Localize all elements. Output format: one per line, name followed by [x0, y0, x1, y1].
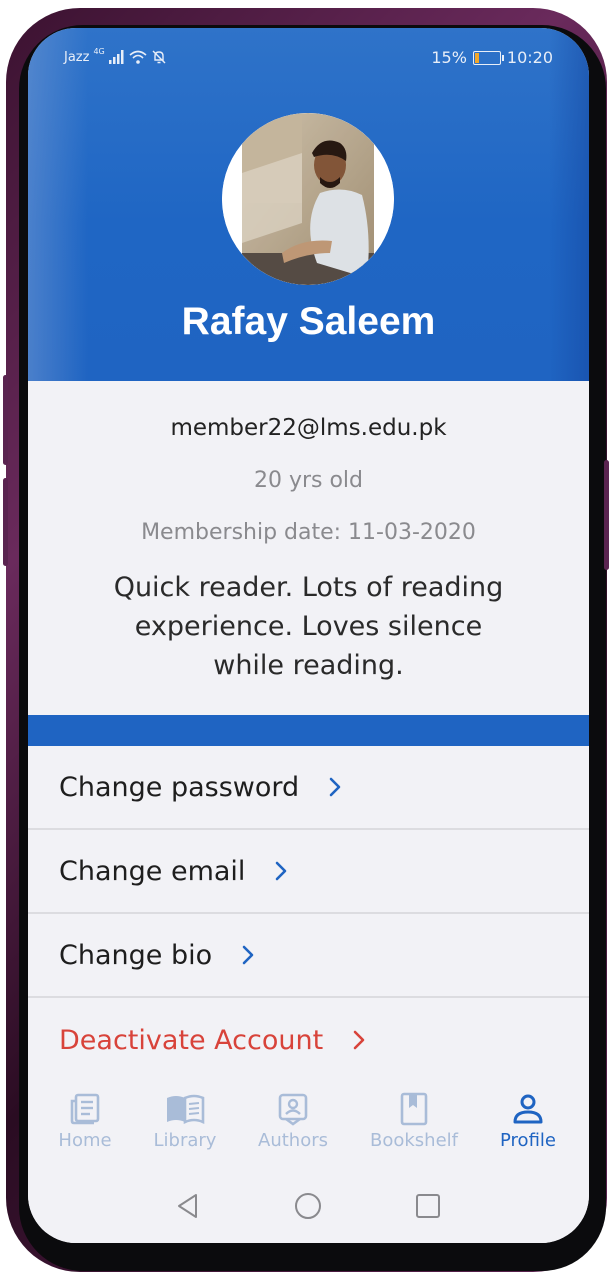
news-icon [70, 1093, 100, 1125]
open-book-icon [167, 1094, 205, 1124]
clock: 10:20 [506, 48, 553, 67]
signal-icon [108, 50, 124, 64]
profile-email: member22@lms.edu.pk [170, 415, 447, 441]
chevron-right-icon [276, 861, 287, 881]
status-bar: Jazz 4G 15% 10:20 [28, 28, 589, 80]
chevron-right-icon [242, 945, 254, 965]
home-circle-icon[interactable] [294, 1192, 322, 1220]
app-screen: Jazz 4G 15% 10:20 Rafay Saleem member22@… [28, 28, 589, 1243]
tab-label-home: Home [58, 1130, 112, 1151]
status-left: Jazz 4G [64, 46, 167, 65]
chevron-right-icon [329, 777, 341, 797]
settings-menu: Change password Change email Change bio … [28, 746, 589, 1082]
avatar[interactable] [222, 113, 394, 285]
change-bio-label: Change bio [59, 939, 213, 971]
change-password-button[interactable]: Change password [28, 746, 589, 830]
power-button [604, 460, 609, 570]
tab-label-authors: Authors [258, 1130, 328, 1151]
deactivate-account-label: Deactivate Account [59, 1024, 324, 1056]
network-label: 4G [93, 46, 105, 56]
person-icon [513, 1094, 543, 1124]
profile-bio: Quick reader. Lots of reading experience… [113, 572, 504, 681]
volume-button [3, 478, 8, 566]
carrier-label: Jazz [64, 49, 90, 65]
bookmark-book-icon [400, 1092, 428, 1126]
change-email-button[interactable]: Change email [28, 830, 589, 914]
tab-authors[interactable]: Authors [238, 1078, 348, 1151]
bottom-tab-bar: Home Library Authors Bookshelf Profile [28, 1078, 589, 1168]
tab-label-bookshelf: Bookshelf [370, 1130, 458, 1151]
profile-info: member22@lms.edu.pk 20 yrs old Membershi… [28, 381, 589, 715]
profile-age: 20 yrs old [253, 468, 364, 493]
section-divider [28, 715, 589, 746]
tab-label-profile: Profile [500, 1130, 556, 1151]
back-triangle-icon[interactable] [174, 1192, 202, 1220]
volume-button [3, 375, 8, 465]
tab-profile[interactable]: Profile [473, 1078, 583, 1151]
deactivate-account-button[interactable]: Deactivate Account [28, 998, 589, 1082]
change-bio-button[interactable]: Change bio [28, 914, 589, 998]
change-password-label: Change password [59, 771, 300, 803]
tab-bookshelf[interactable]: Bookshelf [359, 1078, 469, 1151]
tab-library[interactable]: Library [130, 1078, 240, 1151]
profile-header: Jazz 4G 15% 10:20 Rafay Saleem [28, 28, 589, 381]
tab-label-library: Library [153, 1130, 217, 1151]
change-email-label: Change email [59, 855, 246, 887]
wifi-icon [129, 50, 147, 64]
battery-icon [472, 50, 504, 65]
membership-date: Membership date: 11-03-2020 [141, 520, 476, 545]
mute-bell-icon [152, 50, 166, 64]
recents-square-icon[interactable] [414, 1192, 442, 1220]
avatar-photo [222, 113, 394, 285]
battery-percent: 15% [431, 48, 467, 67]
status-right: 15% 10:20 [431, 48, 553, 67]
tab-home[interactable]: Home [30, 1078, 140, 1151]
system-nav-bar [28, 1168, 589, 1243]
author-badge-icon [278, 1093, 308, 1126]
profile-name: Rafay Saleem [181, 300, 436, 343]
chevron-right-icon [353, 1030, 365, 1050]
